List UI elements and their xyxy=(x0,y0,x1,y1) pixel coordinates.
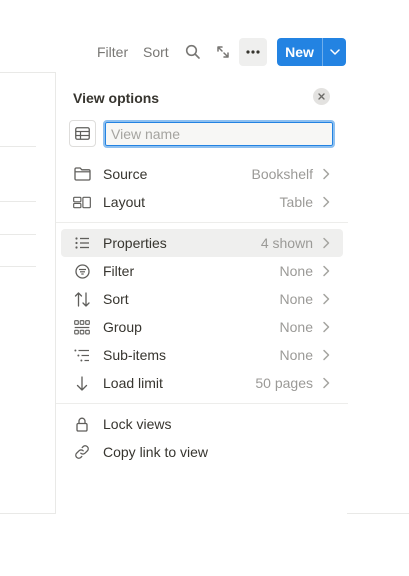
table-view-icon[interactable] xyxy=(69,120,96,147)
group-value: None xyxy=(279,319,313,335)
sub-items-label: Sub-items xyxy=(103,347,167,363)
sort-row[interactable]: Sort None xyxy=(61,285,343,313)
properties-label: Properties xyxy=(103,235,167,251)
source-value: Bookshelf xyxy=(251,166,313,182)
filter-button[interactable]: Filter xyxy=(97,44,128,60)
chevron-right-icon xyxy=(323,293,330,305)
load-limit-row[interactable]: Load limit 50 pages xyxy=(61,369,343,397)
sub-items-icon xyxy=(73,346,91,364)
layout-value: Table xyxy=(279,194,313,210)
group-row[interactable]: Group None xyxy=(61,313,343,341)
lock-icon xyxy=(73,415,91,433)
lock-views-label: Lock views xyxy=(103,416,172,432)
chevron-right-icon xyxy=(323,377,330,389)
view-toolbar: Filter Sort New xyxy=(0,38,409,66)
layout-label: Layout xyxy=(103,194,146,210)
chevron-right-icon xyxy=(323,196,330,208)
expand-icon[interactable] xyxy=(209,38,237,66)
properties-row[interactable]: Properties 4 shown xyxy=(61,229,343,257)
chevron-right-icon xyxy=(323,321,330,333)
layout-row[interactable]: Layout Table xyxy=(61,188,343,216)
table-divider xyxy=(0,266,36,267)
copy-link-label: Copy link to view xyxy=(103,444,209,460)
load-limit-label: Load limit xyxy=(103,375,163,391)
table-top-border xyxy=(0,72,55,73)
sort-icon xyxy=(73,290,91,308)
chevron-right-icon xyxy=(323,168,330,180)
close-icon[interactable] xyxy=(313,88,330,105)
filter-value: None xyxy=(279,263,313,279)
filter-row[interactable]: Filter None xyxy=(61,257,343,285)
view-options-panel: View options Source Bookshelf Layout Tab… xyxy=(55,72,348,514)
chevron-right-icon xyxy=(323,265,330,277)
more-icon[interactable] xyxy=(239,38,267,66)
panel-title: View options xyxy=(73,90,160,106)
group-icon xyxy=(73,318,91,336)
sort-button[interactable]: Sort xyxy=(143,44,169,60)
layout-icon xyxy=(73,193,91,211)
chevron-right-icon xyxy=(323,237,330,249)
link-icon xyxy=(73,443,91,461)
new-button[interactable]: New xyxy=(277,38,346,66)
filter-label: Filter xyxy=(103,263,135,279)
sub-items-value: None xyxy=(279,347,313,363)
folder-icon xyxy=(73,165,91,183)
view-name-row xyxy=(69,120,335,148)
group-label: Group xyxy=(103,319,142,335)
arrow-down-icon xyxy=(73,374,91,392)
table-divider xyxy=(0,146,36,147)
new-button-label[interactable]: New xyxy=(277,38,323,66)
chevron-right-icon xyxy=(323,349,330,361)
load-limit-value: 50 pages xyxy=(255,375,313,391)
search-icon[interactable] xyxy=(179,38,207,66)
table-divider xyxy=(0,234,36,235)
sort-label: Sort xyxy=(103,291,129,307)
list-icon xyxy=(73,234,91,252)
source-row[interactable]: Source Bookshelf xyxy=(61,160,343,188)
sort-value: None xyxy=(279,291,313,307)
copy-link-row[interactable]: Copy link to view xyxy=(61,438,343,466)
chevron-down-icon[interactable] xyxy=(323,38,346,66)
source-label: Source xyxy=(103,166,148,182)
properties-value: 4 shown xyxy=(260,235,313,251)
lock-views-row[interactable]: Lock views xyxy=(61,410,343,438)
sub-items-row[interactable]: Sub-items None xyxy=(61,341,343,369)
view-name-input[interactable] xyxy=(103,120,335,148)
section-divider xyxy=(56,222,348,223)
section-divider xyxy=(56,403,348,404)
filter-icon xyxy=(73,262,91,280)
table-divider xyxy=(0,201,36,202)
